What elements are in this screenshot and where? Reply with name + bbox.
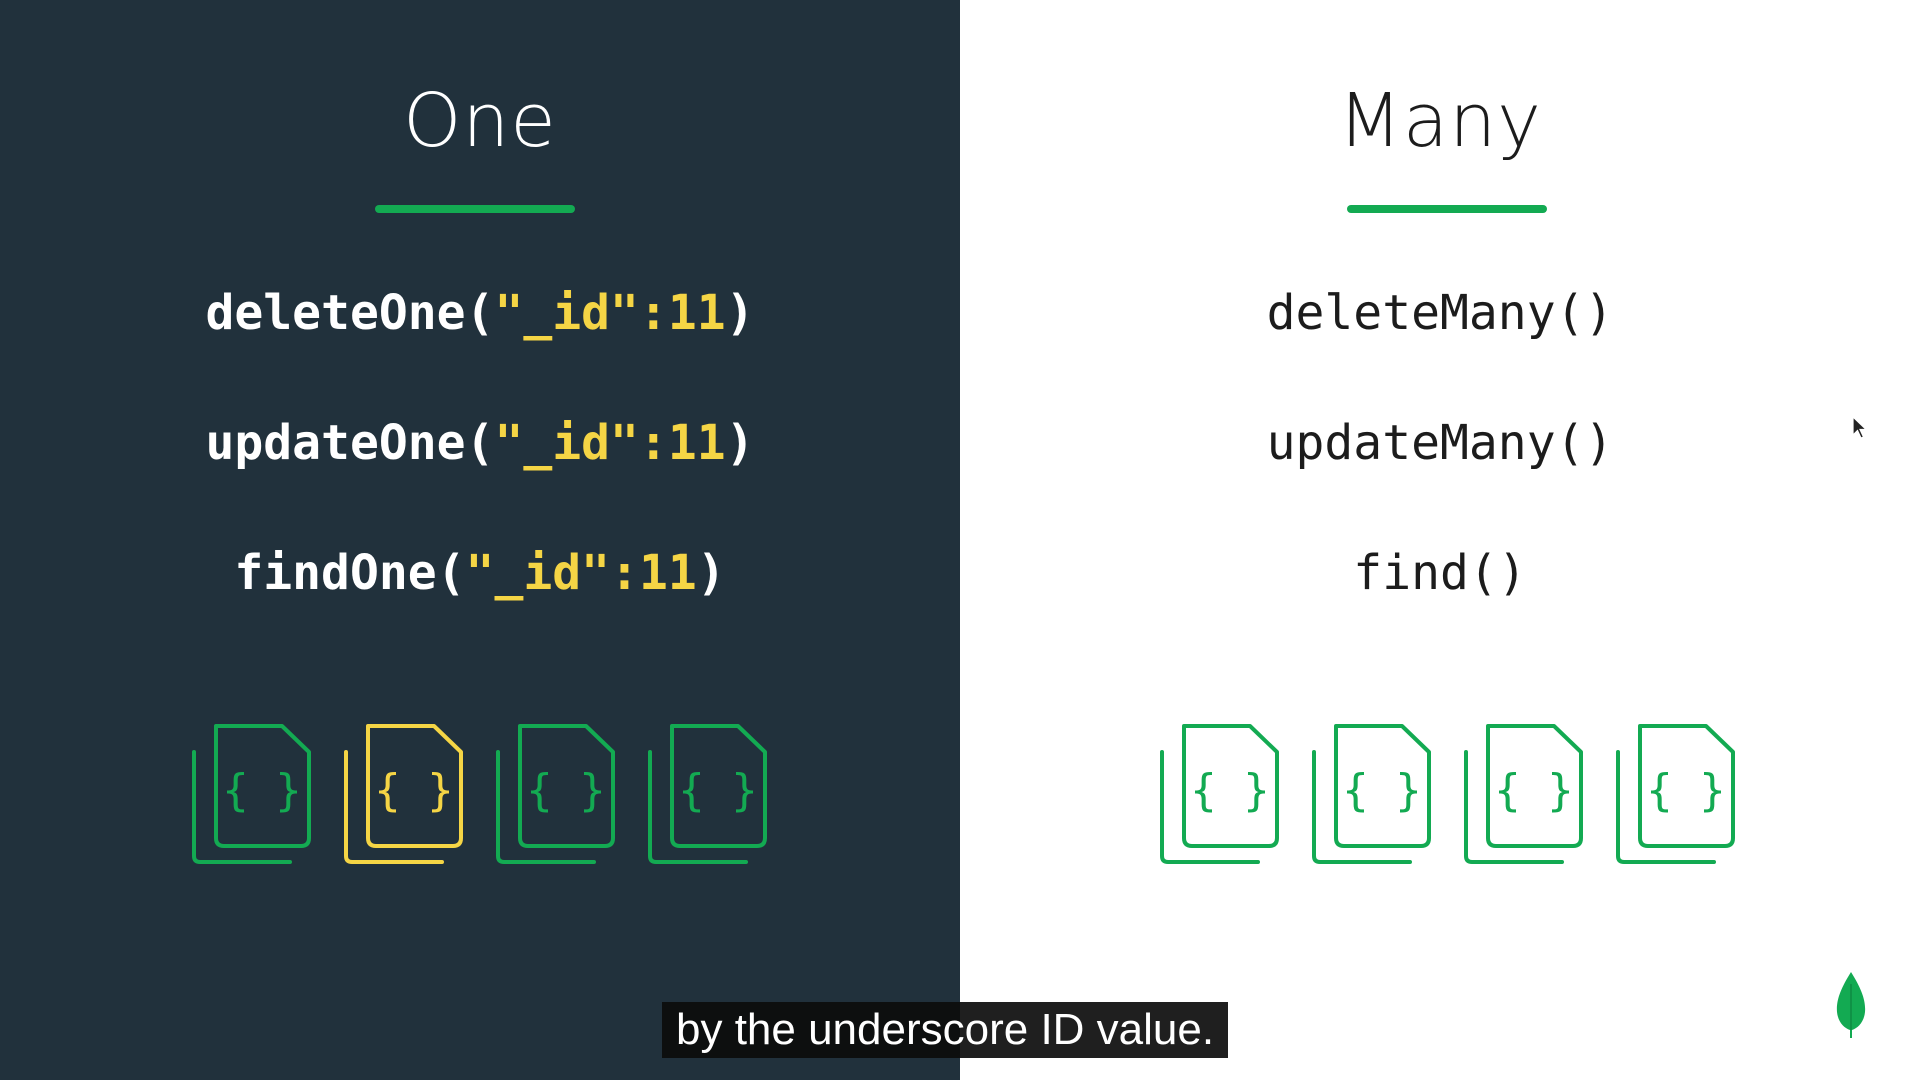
json-document-icon: { } (1614, 722, 1739, 867)
many-heading-underline (1347, 205, 1547, 213)
find-code: find() (1353, 545, 1527, 601)
code-function: deleteOne( (205, 285, 495, 341)
json-document-icon: { } (646, 722, 771, 867)
json-document-icon: { } (494, 722, 619, 867)
code-function: updateOne( (205, 415, 495, 471)
json-document-icon: { } (1310, 722, 1435, 867)
curly-braces-glyph: { } (526, 765, 605, 816)
update-many-code: updateMany() (1266, 415, 1614, 471)
one-heading: One (403, 78, 557, 164)
code-argument: "_id":11 (494, 285, 726, 341)
code-close-paren: ) (725, 415, 755, 471)
curly-braces-glyph: { } (1646, 765, 1725, 816)
video-frame: One deleteOne("_id":11) updateOne("_id":… (0, 0, 1920, 1080)
delete-one-code: deleteOne("_id":11) (0, 285, 960, 341)
mongodb-leaf-icon (1836, 972, 1866, 1038)
mouse-cursor-icon (1852, 416, 1868, 439)
curly-braces-glyph: { } (222, 765, 301, 816)
curly-braces-glyph: { } (374, 765, 453, 816)
many-heading: Many (1338, 78, 1542, 164)
code-argument: "_id":11 (494, 415, 726, 471)
code-argument: "_id":11 (465, 545, 697, 601)
one-panel: One deleteOne("_id":11) updateOne("_id":… (0, 0, 960, 1080)
find-one-code: findOne("_id":11) (0, 545, 960, 601)
json-document-icon: { } (342, 722, 467, 867)
code-close-paren: ) (725, 285, 755, 341)
json-document-icon: { } (1158, 722, 1283, 867)
one-heading-underline (375, 205, 575, 213)
curly-braces-glyph: { } (678, 765, 757, 816)
json-document-icon: { } (190, 722, 315, 867)
json-document-icon: { } (1462, 722, 1587, 867)
code-function: findOne( (234, 545, 466, 601)
curly-braces-glyph: { } (1342, 765, 1421, 816)
many-panel: Many deleteMany() updateMany() find() { … (960, 0, 1920, 1080)
update-one-code: updateOne("_id":11) (0, 415, 960, 471)
subtitle-caption: by the underscore ID value. (662, 1002, 1229, 1058)
curly-braces-glyph: { } (1190, 765, 1269, 816)
code-close-paren: ) (696, 545, 726, 601)
curly-braces-glyph: { } (1494, 765, 1573, 816)
delete-many-code: deleteMany() (1266, 285, 1614, 341)
